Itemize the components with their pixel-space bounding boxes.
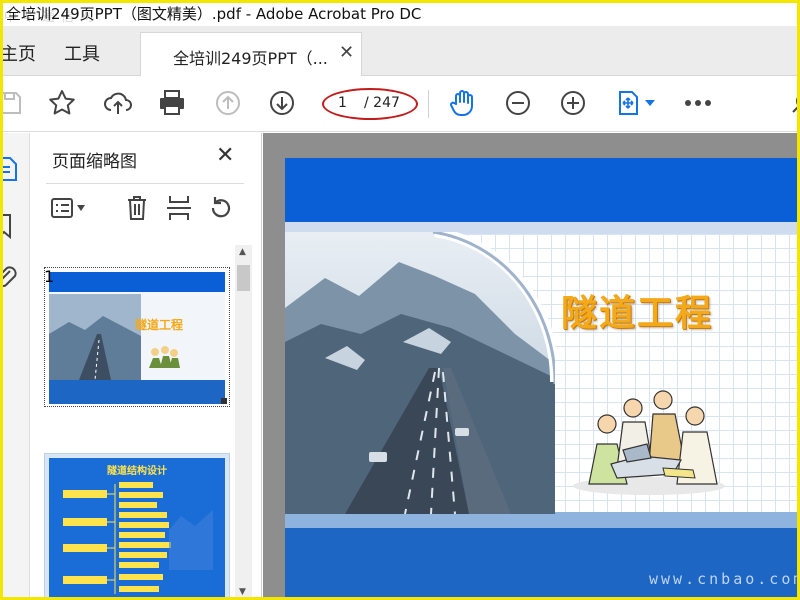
page-layout-icon[interactable] xyxy=(612,87,644,119)
tunnel-road-photo xyxy=(285,232,555,514)
scroll-down-icon[interactable]: ▼ xyxy=(239,587,246,597)
tab-home[interactable]: 主页 xyxy=(0,40,36,66)
page-thumbnail-1[interactable]: 隧道工程 xyxy=(44,267,230,407)
tab-bar: 主页 工具 全培训249页PPT（... ✕ xyxy=(0,26,800,77)
chevron-down-icon[interactable] xyxy=(642,87,658,119)
hand-icon[interactable] xyxy=(446,87,478,119)
thumbnail-title: 隧道结构设计 xyxy=(107,466,167,477)
panel-title: 页面缩略图 xyxy=(52,152,137,172)
search-icon[interactable] xyxy=(784,87,800,119)
prev-page-icon[interactable] xyxy=(212,87,244,119)
panel-divider xyxy=(46,183,244,184)
save-icon[interactable] xyxy=(0,87,26,119)
bookmark-icon[interactable] xyxy=(0,213,16,245)
current-page-input[interactable]: 1 xyxy=(338,95,347,111)
slide-bottom-band xyxy=(285,528,800,600)
slide-bottom-stripe xyxy=(285,512,800,528)
pdf-page: 隧道工程 www.cnbao.com xyxy=(285,158,800,600)
print-icon[interactable] xyxy=(156,87,188,119)
attachment-icon[interactable] xyxy=(0,265,18,297)
people-clipart xyxy=(571,384,727,496)
scrollbar-thumb[interactable] xyxy=(237,265,250,291)
page-number-box[interactable]: 1 / 247 xyxy=(322,88,418,120)
star-icon[interactable] xyxy=(46,87,78,119)
thumbnail-scrollbar[interactable]: ▲ ▼ xyxy=(235,245,252,600)
slide-top-band xyxy=(285,158,800,222)
thumbnail-page-number: 1 xyxy=(44,267,55,286)
chevron-down-icon[interactable] xyxy=(74,193,88,223)
close-tab-icon[interactable]: ✕ xyxy=(339,42,354,63)
thumbnail-title: 隧道工程 xyxy=(135,318,184,332)
tab-document-label: 全培训249页PPT（... xyxy=(173,49,328,68)
rotate-icon[interactable] xyxy=(206,193,236,223)
zoom-in-icon[interactable] xyxy=(557,87,589,119)
zoom-out-icon[interactable] xyxy=(502,87,534,119)
window-title: 全培训249页PPT（图文精美）.pdf - Adobe Acrobat Pro… xyxy=(6,5,422,23)
slide-title: 隧道工程 xyxy=(561,293,714,334)
toolbar: 1 / 247 xyxy=(0,76,800,132)
delete-icon[interactable] xyxy=(122,193,152,223)
thumbnail-image: 隧道工程 xyxy=(49,272,225,404)
close-panel-icon[interactable]: ✕ xyxy=(216,143,234,168)
next-page-icon[interactable] xyxy=(266,87,298,119)
tab-document[interactable]: 全培训249页PPT（... ✕ xyxy=(140,32,362,77)
title-bar: 中华通信网 全培训249页PPT（图文精美）.pdf - Adobe Acrob… xyxy=(0,0,800,26)
total-pages: / 247 xyxy=(364,95,400,111)
more-icon[interactable] xyxy=(682,87,714,119)
scroll-up-icon[interactable]: ▲ xyxy=(239,247,246,257)
thumbnails-panel: 页面缩略图 ✕ ▲ ▼ 隧道工程 1 隧道结构设计 xyxy=(30,133,262,600)
upload-icon[interactable] xyxy=(102,87,134,119)
tab-tools[interactable]: 工具 xyxy=(64,40,100,66)
toolbar-separator xyxy=(428,90,429,118)
split-page-icon[interactable] xyxy=(164,193,194,223)
left-nav-strip xyxy=(0,133,30,600)
page-thumbnails-icon[interactable] xyxy=(0,155,20,187)
slide-watermark: www.cnbao.com xyxy=(649,570,800,588)
thumbnail-image: 隧道结构设计 xyxy=(49,458,225,598)
page-thumbnail-2[interactable]: 隧道结构设计 xyxy=(44,453,230,600)
